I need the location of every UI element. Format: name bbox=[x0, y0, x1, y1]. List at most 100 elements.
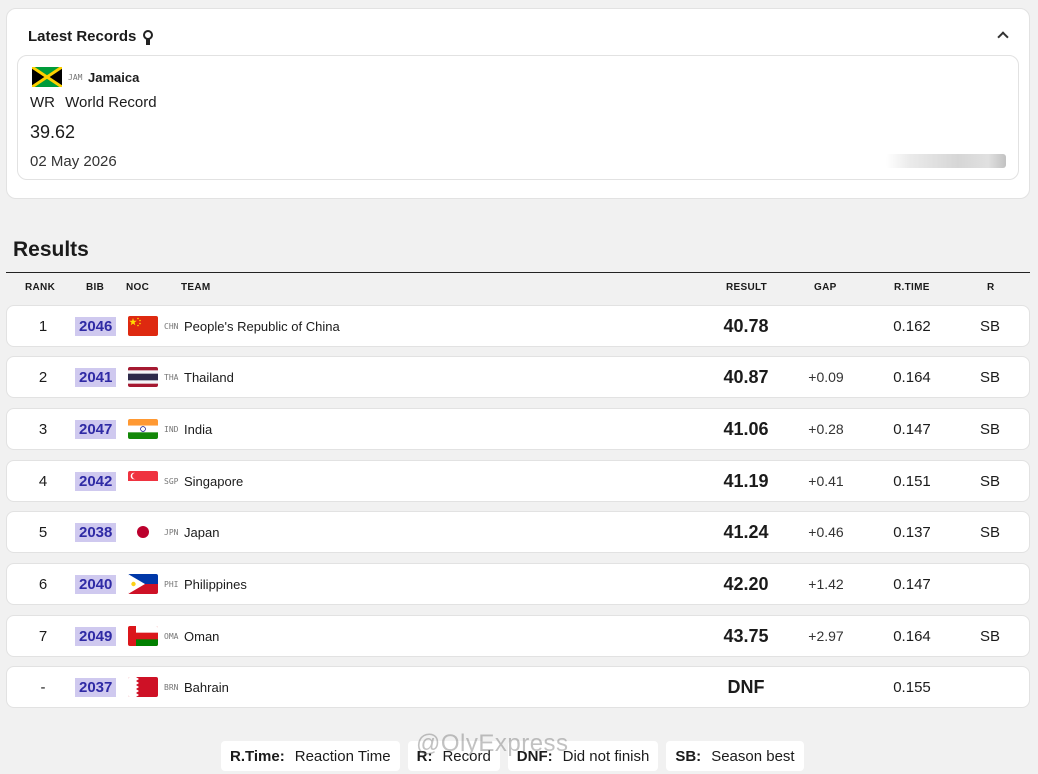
bib-badge: 2046 bbox=[75, 316, 117, 336]
reaction-time: 0.151 bbox=[893, 472, 931, 490]
rank: 6 bbox=[38, 575, 48, 593]
noc-code: IND bbox=[164, 424, 179, 434]
results-divider bbox=[6, 272, 1030, 273]
result: 42.20 bbox=[723, 573, 769, 594]
bib-badge: 2038 bbox=[75, 522, 117, 542]
rank: 3 bbox=[38, 420, 48, 438]
results-title: Results bbox=[13, 238, 89, 261]
result: DNF bbox=[727, 676, 765, 697]
gap: +0.46 bbox=[808, 524, 844, 540]
rank: - bbox=[40, 678, 46, 696]
rank: 2 bbox=[38, 368, 48, 386]
record-date: 02 May 2026 bbox=[30, 153, 117, 170]
table-row[interactable]: 2 2041 THA Thailand 40.87 +0.09 0.164 SB bbox=[6, 356, 1030, 398]
flag-thailand-icon bbox=[128, 367, 158, 387]
record-item: JAM Jamaica WR World Record 39.62 02 May… bbox=[17, 55, 1019, 180]
team-name: India bbox=[184, 421, 213, 437]
flag-china-icon bbox=[128, 316, 158, 336]
rank: 5 bbox=[38, 523, 48, 541]
reaction-time: 0.162 bbox=[893, 317, 931, 335]
result: 41.06 bbox=[723, 418, 769, 439]
legend-value: Did not finish bbox=[562, 747, 650, 765]
latest-records-header: Latest Records bbox=[28, 28, 154, 45]
collapse-chevron-up-icon[interactable] bbox=[997, 31, 1009, 43]
record-type-name: World Record bbox=[65, 94, 157, 111]
gap: +0.28 bbox=[808, 421, 844, 437]
col-rank-header: RANK bbox=[25, 282, 56, 293]
noc-code: PHI bbox=[164, 579, 179, 589]
gap bbox=[797, 667, 855, 707]
watermark: @OlyExpress bbox=[416, 730, 569, 757]
table-row[interactable]: 4 2042 SGP Singapore 41.19 +0.41 0.151 S… bbox=[6, 460, 1030, 502]
flag-singapore-icon bbox=[128, 471, 158, 491]
result: 41.24 bbox=[723, 521, 769, 542]
reaction-time: 0.147 bbox=[893, 575, 931, 593]
noc-code: SGP bbox=[164, 476, 179, 486]
col-r-header: R bbox=[987, 282, 995, 293]
latest-records-title: Latest Records bbox=[28, 28, 137, 45]
record-flag: SB bbox=[979, 523, 1000, 541]
bib-badge: 2037 bbox=[75, 677, 117, 697]
rank: 4 bbox=[38, 472, 48, 490]
legend-key: R.Time: bbox=[230, 747, 285, 765]
table-row[interactable]: - 2037 BRN Bahrain DNF 0.155 bbox=[6, 666, 1030, 708]
result: 40.78 bbox=[723, 315, 769, 336]
gap bbox=[797, 306, 855, 346]
col-result-header: RESULT bbox=[726, 282, 768, 293]
reaction-time: 0.147 bbox=[893, 420, 931, 438]
gap: +1.42 bbox=[808, 576, 844, 592]
table-row[interactable]: 7 2049 OMA Oman 43.75 +2.97 0.164 SB bbox=[6, 615, 1030, 657]
team-name: Japan bbox=[184, 524, 220, 540]
noc-code: OMA bbox=[164, 631, 179, 641]
reaction-time: 0.164 bbox=[893, 368, 931, 386]
noc-code: BRN bbox=[164, 682, 179, 692]
flag-philippines-icon bbox=[128, 574, 158, 594]
record-type: WR World Record bbox=[30, 94, 157, 111]
gap: +0.09 bbox=[808, 369, 844, 385]
table-row[interactable]: 1 2046 CHN People's Republic of China 40… bbox=[6, 305, 1030, 347]
result: 43.75 bbox=[723, 625, 769, 646]
team-name: Philippines bbox=[184, 576, 247, 592]
team-name: People's Republic of China bbox=[184, 318, 340, 334]
reaction-time: 0.137 bbox=[893, 523, 931, 541]
team-name: Thailand bbox=[184, 369, 234, 385]
rank: 7 bbox=[38, 627, 48, 645]
record-flag bbox=[975, 564, 1005, 604]
team-name: Oman bbox=[184, 628, 220, 644]
gap: +0.41 bbox=[808, 473, 844, 489]
bib-badge: 2049 bbox=[75, 626, 117, 646]
reaction-time: 0.164 bbox=[893, 627, 931, 645]
latest-records-card: Latest Records JAM Jamaica WR World Reco… bbox=[6, 8, 1030, 199]
results-table-header: RANK BIB NOC TEAM RESULT GAP R.TIME R bbox=[6, 282, 1030, 298]
flag-jamaica-icon bbox=[32, 67, 62, 87]
col-noc-header: NOC bbox=[126, 282, 150, 293]
record-flag bbox=[975, 667, 1005, 707]
legend-value: Reaction Time bbox=[294, 747, 391, 765]
record-flag: SB bbox=[979, 627, 1000, 645]
rank: 1 bbox=[38, 317, 48, 335]
bib-badge: 2047 bbox=[75, 419, 117, 439]
col-rtime-header: R.TIME bbox=[894, 282, 930, 293]
record-noc: JAM bbox=[68, 73, 83, 82]
col-team-header: TEAM bbox=[181, 282, 211, 293]
col-bib-header: BIB bbox=[86, 282, 105, 293]
table-row[interactable]: 6 2040 PHI Philippines 42.20 +1.42 0.147 bbox=[6, 563, 1030, 605]
table-row[interactable]: 3 2047 IND India 41.06 +0.28 0.147 SB bbox=[6, 408, 1030, 450]
record-flag: SB bbox=[979, 420, 1000, 438]
medal-icon bbox=[142, 29, 154, 45]
flag-oman-icon bbox=[128, 626, 158, 646]
record-flag: SB bbox=[979, 317, 1000, 335]
team-name: Singapore bbox=[184, 473, 244, 489]
record-type-abbr: WR bbox=[30, 94, 55, 111]
legend-key: SB: bbox=[675, 747, 702, 765]
flag-india-icon bbox=[128, 419, 158, 439]
legend-item: SB: Season best bbox=[666, 741, 804, 771]
record-country: Jamaica bbox=[88, 70, 140, 85]
bib-badge: 2040 bbox=[75, 574, 117, 594]
record-flag: SB bbox=[979, 472, 1000, 490]
table-row[interactable]: 5 2038 JPN Japan 41.24 +0.46 0.137 SB bbox=[6, 511, 1030, 553]
team-name: Bahrain bbox=[184, 679, 229, 695]
bib-badge: 2041 bbox=[75, 367, 117, 387]
col-gap-header: GAP bbox=[814, 282, 837, 293]
blurred-image bbox=[886, 154, 1006, 168]
